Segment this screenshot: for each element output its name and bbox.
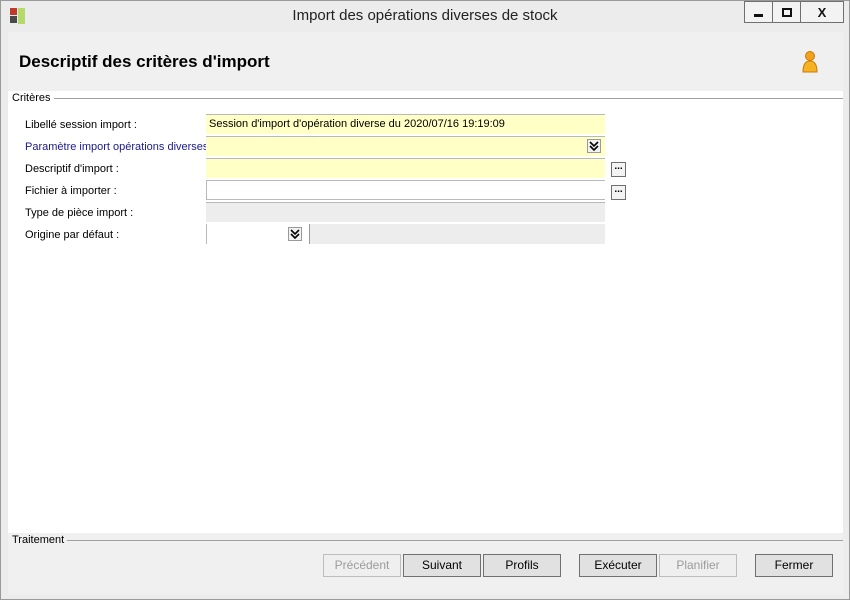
file-to-import-browse-button[interactable]: ...	[611, 185, 626, 200]
header-band: Descriptif des critères d'import	[8, 32, 843, 91]
document-type-input	[206, 202, 605, 222]
import-descriptor-input[interactable]	[206, 158, 605, 178]
close-button[interactable]: Fermer	[755, 554, 833, 577]
previous-button[interactable]: Précédent	[323, 554, 401, 577]
minimize-button[interactable]	[744, 1, 773, 23]
maximize-button[interactable]	[772, 1, 801, 23]
profiles-button[interactable]: Profils	[483, 554, 561, 577]
file-to-import-input[interactable]	[206, 180, 605, 200]
param-import-select[interactable]	[206, 136, 605, 156]
treatment-group-line	[63, 540, 843, 541]
default-origin-dropdown-button[interactable]	[288, 227, 302, 241]
param-import-label[interactable]: Paramètre import opérations diverses :	[25, 141, 215, 153]
next-button[interactable]: Suivant	[403, 554, 481, 577]
close-icon: X	[817, 4, 827, 20]
treatment-group-label: Traitement	[12, 534, 68, 546]
default-origin-label: Origine par défaut :	[25, 229, 120, 241]
default-origin-description	[309, 224, 605, 244]
execute-button[interactable]: Exécuter	[579, 554, 657, 577]
import-window: Import des opérations diverses de stock …	[0, 0, 850, 600]
maximize-icon	[781, 7, 792, 17]
criteria-group-line	[48, 98, 843, 99]
minimize-icon	[754, 13, 763, 17]
chevron-down-icon	[290, 229, 300, 239]
close-window-button[interactable]: X	[800, 1, 844, 23]
page-title: Descriptif des critères d'import	[19, 52, 270, 71]
session-label-input[interactable]: Session d'import d'opération diverse du …	[206, 114, 605, 134]
client-area: Descriptif des critères d'import Critère…	[8, 32, 843, 595]
param-import-dropdown-button[interactable]	[587, 139, 601, 153]
import-descriptor-label: Descriptif d'import :	[25, 163, 119, 175]
session-label: Libellé session import :	[25, 119, 137, 131]
document-type-label: Type de pièce import :	[25, 207, 134, 219]
chevron-down-icon	[589, 141, 599, 151]
title-bar[interactable]: Import des opérations diverses de stock …	[1, 1, 849, 32]
schedule-button[interactable]: Planifier	[659, 554, 737, 577]
user-icon[interactable]	[800, 50, 820, 74]
window-title: Import des opérations diverses de stock	[292, 7, 558, 24]
criteria-group-label: Critères	[12, 92, 54, 104]
import-descriptor-browse-button[interactable]: ...	[611, 162, 626, 177]
file-to-import-label: Fichier à importer :	[25, 185, 117, 197]
